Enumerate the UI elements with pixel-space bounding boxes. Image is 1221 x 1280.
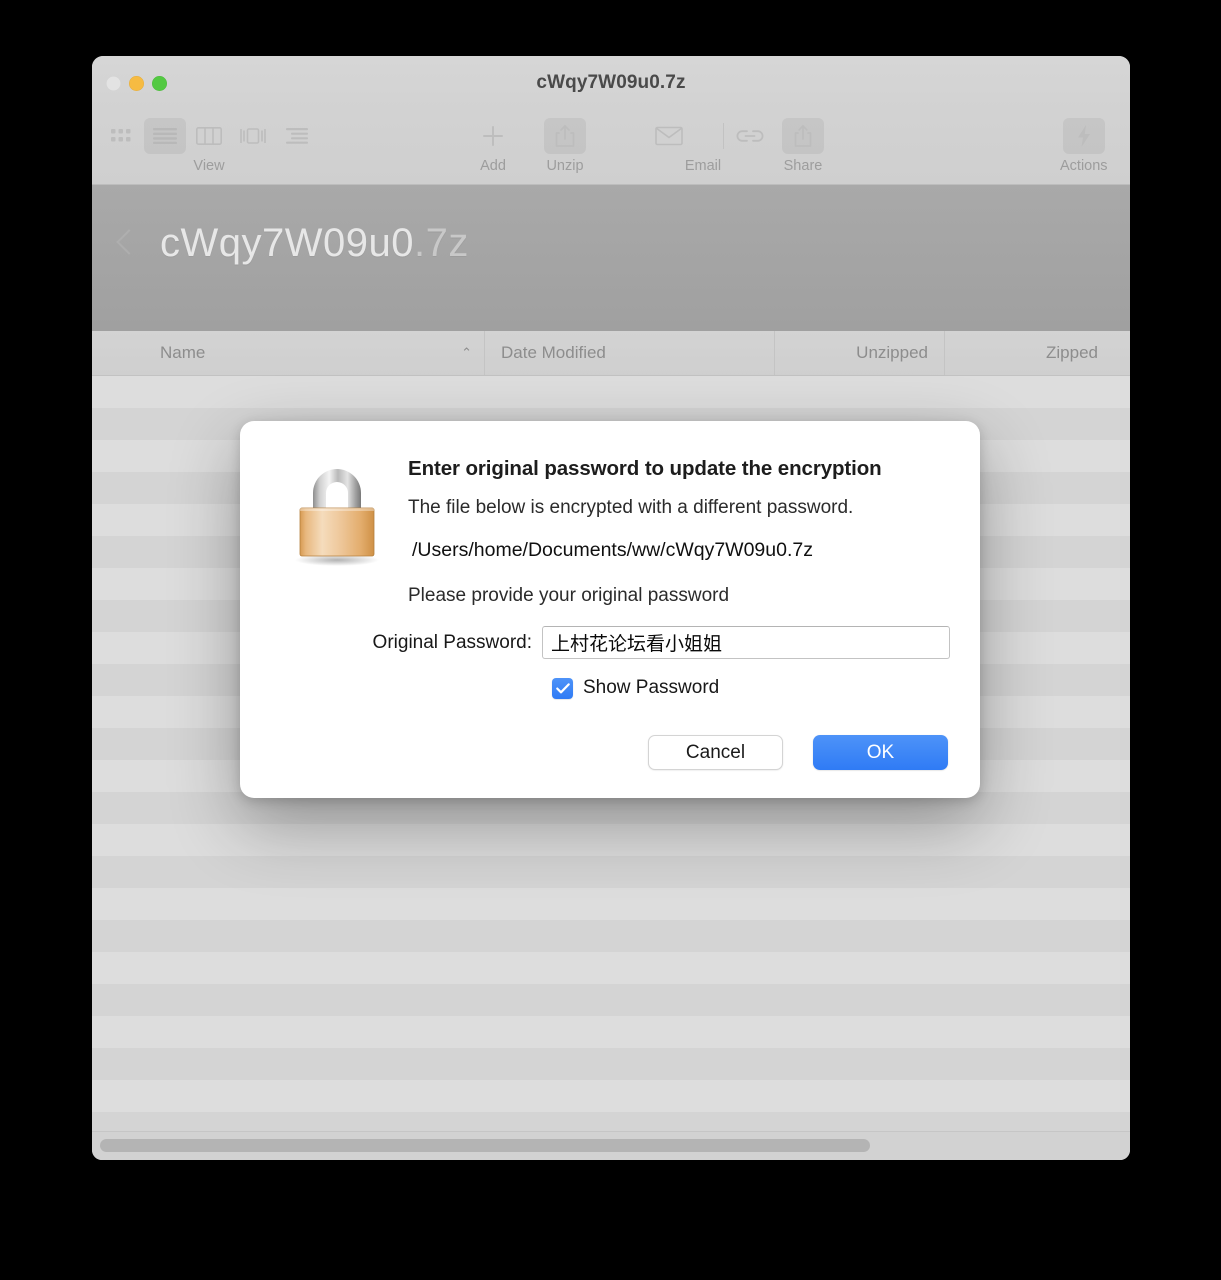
toolbar-group-link [720,118,771,158]
column-header-unzipped-label: Unzipped [856,343,928,362]
dialog-button-row: Cancel OK [648,735,948,770]
archive-hero-banner: cWqy7W09u0.7z [92,185,1130,331]
add-button[interactable] [472,118,514,154]
unzip-icon [555,125,575,147]
checkmark-icon [555,682,570,693]
share-button[interactable] [782,118,824,154]
gallery-view-icon [240,128,266,144]
list-view-button[interactable] [144,118,186,154]
plus-icon [483,126,503,146]
cancel-button[interactable]: Cancel [648,735,783,770]
envelope-icon [655,126,683,146]
back-chevron-icon[interactable] [116,229,142,255]
column-header-date-modified[interactable]: Date Modified [484,331,774,375]
password-field-row: Original Password: [240,626,980,659]
ok-button[interactable]: OK [813,735,948,770]
outline-view-icon [286,128,308,144]
window-title: cWqy7W09u0.7z [536,72,686,93]
toolbar-group-unzip: Unzip [544,118,586,174]
archive-name-base: cWqy7W09u0 [160,221,414,265]
lightning-bolt-icon [1077,125,1090,147]
password-dialog: Enter original password to update the en… [240,421,980,798]
column-header-name-label: Name [160,343,206,362]
toolbar-label-share: Share [783,158,823,174]
email-button[interactable] [648,118,690,154]
archive-name-ext: .7z [413,221,469,265]
column-header-date-modified-label: Date Modified [501,343,606,362]
icon-grid-icon [111,129,131,142]
toolbar-group-actions: Actions [1060,118,1108,174]
toolbar-group-share: Share [782,118,824,174]
toolbar-group-add: Add [472,118,514,174]
toolbar-group-email: Email [648,118,721,174]
padlock-icon [295,469,379,566]
column-header-zipped-label: Zipped [1046,343,1098,362]
icon-grid-view-button[interactable] [100,118,142,154]
toolbar-label-actions: Actions [1060,158,1108,174]
toolbar-label-email: Email [684,158,722,174]
main-toolbar: View Add Unzip Email Share Actions [92,112,1130,185]
toolbar-divider [723,123,724,149]
toolbar-group-view: View [100,118,318,174]
show-password-checkbox[interactable] [552,677,573,699]
show-password-label: Show Password [583,677,720,698]
original-password-input[interactable] [542,626,950,659]
share-icon [794,125,812,147]
unzip-button[interactable] [544,118,586,154]
column-view-button[interactable] [188,118,230,154]
column-header-unzipped[interactable]: Unzipped [774,331,944,375]
list-view-icon [153,128,177,144]
actions-button[interactable] [1062,118,1105,154]
dialog-heading: Enter original password to update the en… [408,457,882,480]
desktop-background: cWqy7W09u0.7z View Add Unzip Email Share… [0,0,1221,1280]
dialog-prompt: Please provide your original password [408,585,730,606]
dialog-subtitle: The file below is encrypted with a diffe… [408,497,854,518]
copy-link-button[interactable] [729,118,771,154]
password-field-label: Original Password: [372,631,532,653]
column-view-icon [196,127,222,145]
sort-ascending-icon: ⌃ [461,345,472,360]
show-password-row[interactable]: Show Password [552,677,719,699]
view-segmented-control[interactable] [100,118,318,154]
window-titlebar[interactable]: cWqy7W09u0.7z [92,56,1130,112]
file-list-column-header: Name ⌃ Date Modified Unzipped Zipped [92,331,1130,376]
column-header-zipped[interactable]: Zipped [944,331,1114,375]
toolbar-label-unzip: Unzip [546,158,584,174]
column-header-name[interactable]: Name ⌃ [92,331,484,375]
horizontal-scrollbar[interactable] [92,1131,1130,1160]
toolbar-label-add: Add [480,158,506,174]
toolbar-label-view: View [193,158,225,174]
horizontal-scrollbar-thumb[interactable] [100,1139,870,1152]
link-chain-icon [736,130,764,142]
gallery-view-button[interactable] [232,118,274,154]
outline-view-button[interactable] [276,118,318,154]
archive-hero-title: cWqy7W09u0.7z [160,221,469,266]
dialog-file-path: /Users/home/Documents/ww/cWqy7W09u0.7z [412,539,813,561]
